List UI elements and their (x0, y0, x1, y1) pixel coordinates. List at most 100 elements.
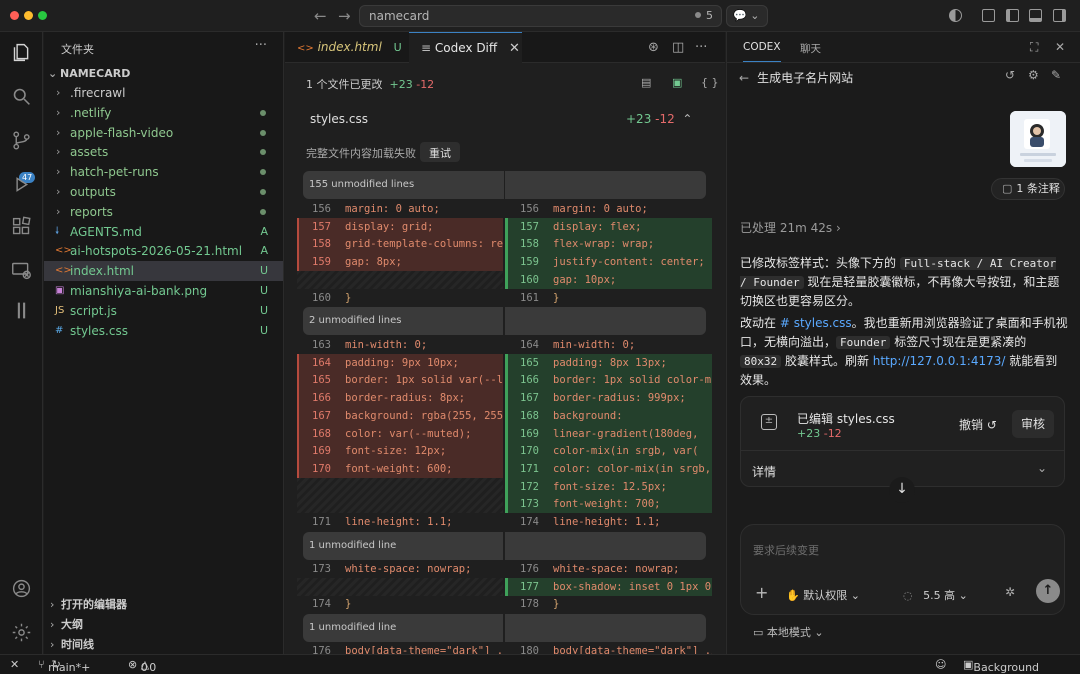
section-open-editors[interactable]: › 打开的编辑器 (44, 595, 283, 615)
folder-item[interactable]: › assets (44, 142, 283, 162)
background-tasks[interactable]: ▣ Background (963, 658, 1039, 674)
command-center-search[interactable]: namecard 5 (359, 5, 722, 27)
screenshot-thumbnail[interactable] (1010, 111, 1066, 167)
tab-index-html[interactable]: <> index.html U (285, 32, 408, 63)
model-selector[interactable]: ◌ 5.5 高 ⌄ (903, 587, 968, 603)
file-item[interactable]: ▣ mianshiya-ai-bank.png U (44, 281, 283, 301)
inline-view-icon[interactable]: ▤ (641, 76, 651, 89)
undo-button[interactable]: 撤销 ↺ (959, 416, 997, 433)
diff-file-stat: +23 -12 ⌃ (626, 112, 693, 126)
extensions-icon[interactable] (11, 216, 32, 237)
removed-line: 158 grid-template-columns: re (297, 235, 503, 254)
toggle-panel-icon[interactable] (1029, 9, 1042, 22)
annotation-button[interactable]: ▢ 1 条注释 (991, 178, 1065, 200)
unmodified-lines-fold[interactable]: 155 unmodified lines (303, 171, 706, 199)
line-code: font-size: 12.5px; (553, 480, 667, 493)
remote-icon[interactable]: ✕ (10, 658, 19, 671)
settings-gear-icon[interactable] (11, 622, 32, 643)
forward-arrow-icon[interactable]: → (338, 7, 351, 25)
expand-icon[interactable]: ⛶ (1030, 40, 1038, 55)
item-label: index.html (70, 264, 134, 279)
line-number: 167 (520, 392, 539, 405)
diff-file-name[interactable]: styles.css (310, 112, 368, 126)
source-control-icon[interactable] (11, 130, 32, 151)
minimize-window-button[interactable] (24, 11, 33, 20)
copilot-icon[interactable]: ☺ (935, 658, 946, 671)
tab-chat[interactable]: 聊天 (800, 41, 821, 56)
codex-panel-icon[interactable] (11, 300, 32, 321)
add-attachment-icon[interactable]: + (755, 583, 768, 602)
scroll-down-button[interactable]: ↓ (889, 477, 915, 503)
file-item[interactable]: # styles.css U (44, 321, 283, 341)
folder-item[interactable]: › .netlify (44, 103, 283, 123)
file-item[interactable]: 🠗 AGENTS.md A (44, 222, 283, 242)
local-mode-selector[interactable]: ▭ 本地模式 ⌄ (753, 624, 824, 640)
toggle-secondary-sidebar-icon[interactable] (1053, 9, 1066, 22)
more-actions-icon[interactable]: ··· (255, 38, 267, 53)
composer-input[interactable]: 要求后续变更 (753, 542, 819, 558)
chevron-right-icon: › (56, 86, 61, 99)
folder-item[interactable]: › hatch-pet-runs (44, 162, 283, 182)
line-number: 164 (520, 339, 539, 351)
branch-indicator[interactable]: ⑂ main*+ ↻ (38, 658, 90, 674)
file-link[interactable]: # styles.css (780, 316, 852, 330)
line-code: min-width: 0; (553, 339, 636, 351)
back-arrow-icon[interactable]: ← (314, 7, 327, 25)
details-toggle[interactable]: 详情 (752, 463, 776, 480)
workspace-root[interactable]: ⌄ NAMECARD (48, 67, 130, 80)
line-code: margin: 0 auto; (345, 203, 440, 215)
layout-customize-icon[interactable] (982, 9, 995, 22)
problems-indicator[interactable]: ⊗ 0 △ 0 (128, 658, 156, 674)
split-editor-icon[interactable]: ◫ (672, 40, 684, 55)
file-item[interactable]: <> index.html U (44, 261, 283, 282)
item-label: .netlify (70, 105, 112, 120)
line-number: 165 (520, 356, 539, 369)
settings-gear-icon[interactable]: ⚙ (1028, 68, 1039, 82)
toggle-sidebar-icon[interactable] (1006, 9, 1019, 22)
tab-codex-diff[interactable]: ≡ Codex Diff ✕ (409, 32, 522, 63)
conversation-title[interactable]: ← 生成电子名片网站 (739, 69, 853, 86)
close-window-button[interactable] (10, 11, 19, 20)
processed-time[interactable]: 已处理 21m 42s › (740, 219, 841, 236)
chevron-down-icon[interactable]: ⌄ (1037, 461, 1047, 475)
section-outline[interactable]: › 大纲 (44, 615, 283, 635)
section-timeline[interactable]: › 时间线 (44, 635, 283, 655)
explorer-icon[interactable] (11, 42, 32, 63)
close-icon[interactable]: ✕ (509, 41, 520, 56)
account-icon[interactable] (11, 578, 32, 599)
run-debug-icon[interactable] (11, 174, 32, 195)
permission-selector[interactable]: ✋ 默认权限 ⌄ (786, 587, 860, 603)
spark-icon[interactable]: ✲ (1005, 585, 1015, 599)
folder-item[interactable]: › reports (44, 202, 283, 222)
code-view-icon[interactable]: { } (701, 76, 719, 89)
theme-toggle-icon[interactable] (949, 9, 962, 22)
localhost-link[interactable]: http://127.0.0.1:4173/ (873, 354, 1006, 368)
tab-label: index.html (317, 40, 382, 54)
file-item[interactable]: JS script.js U (44, 301, 283, 321)
history-icon[interactable]: ↺ (1005, 68, 1015, 82)
tab-codex[interactable]: CODEX (743, 41, 781, 62)
review-button[interactable]: 审核 (1012, 410, 1055, 438)
folder-item[interactable]: › outputs (44, 182, 283, 202)
chevron-right-icon: › (56, 105, 61, 119)
remote-explorer-icon[interactable] (11, 260, 32, 281)
new-chat-icon[interactable]: ✎ (1051, 68, 1061, 82)
retry-button[interactable]: 重试 (420, 142, 460, 162)
context-line: 173 white-space: nowrap; (297, 560, 503, 578)
more-actions-icon[interactable]: ··· (695, 40, 707, 55)
file-item[interactable]: <> ai-hotspots-2026-05-21.html A (44, 241, 283, 261)
chat-toggle-button[interactable]: 💬 ⌄ (726, 5, 768, 27)
folder-item[interactable]: › .firecrawl (44, 83, 283, 103)
close-icon[interactable]: ✕ (1055, 40, 1065, 54)
side-by-side-view-icon[interactable]: ▣ (672, 76, 682, 89)
chevron-right-icon: › (835, 221, 841, 235)
line-number: 165 (312, 374, 331, 387)
zoom-window-button[interactable] (38, 11, 47, 20)
split-divider (503, 200, 505, 660)
search-icon[interactable] (11, 86, 32, 107)
png-file-icon: ▣ (55, 285, 65, 296)
folder-item[interactable]: › apple-flash-video (44, 123, 283, 143)
openai-icon[interactable]: ⊛ (648, 40, 659, 55)
line-code: white-space: nowrap; (553, 563, 680, 575)
send-button[interactable]: ↑ (1036, 579, 1060, 603)
